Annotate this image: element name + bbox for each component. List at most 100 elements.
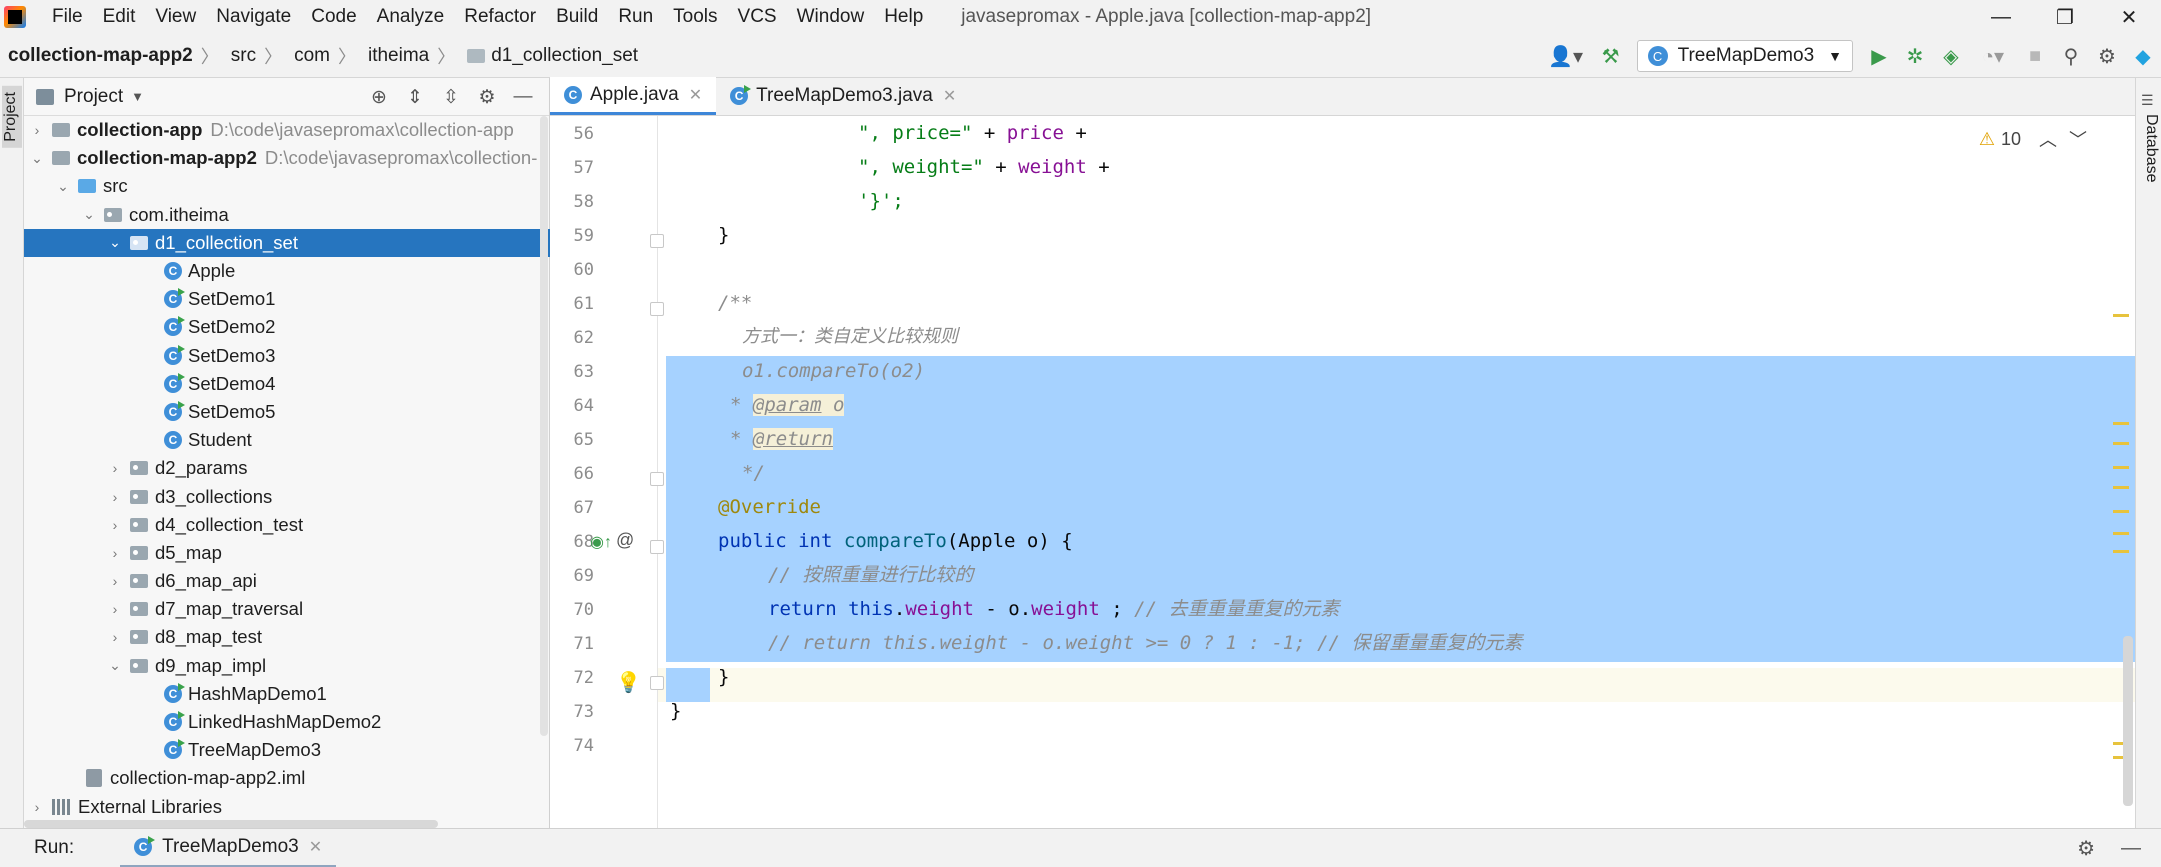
tree-item-d1-collection-set[interactable]: ⌄ d1_collection_set: [24, 228, 550, 257]
horizontal-scrollbar[interactable]: [24, 820, 438, 828]
tree-item-collection-map-app2[interactable]: ⌄ collection-map-app2 D:\code\javasepromax…: [24, 144, 550, 172]
tree-item-d7-map-traversal[interactable]: › d7_map_traversal: [24, 595, 550, 623]
project-view-selector[interactable]: Project: [64, 86, 123, 108]
run-icon[interactable]: ▶: [1861, 34, 1897, 78]
close-tab-icon[interactable]: ✕: [689, 85, 702, 105]
chevron-right-icon[interactable]: ›: [28, 799, 46, 815]
tree-item-setdemo1[interactable]: C SetDemo1: [24, 285, 550, 313]
tree-item-setdemo3[interactable]: C SetDemo3: [24, 342, 550, 370]
chevron-right-icon[interactable]: ›: [106, 517, 124, 533]
inspection-widget[interactable]: ⚠ 10 ︿ ﹀: [1979, 126, 2087, 152]
chevron-down-icon[interactable]: ▼: [131, 89, 144, 104]
tree-item-d9-map-impl[interactable]: ⌄ d9_map_impl: [24, 652, 550, 680]
tree-item-d6-map-api[interactable]: › d6_map_api: [24, 567, 550, 595]
database-tool-window-button[interactable]: Database: [2138, 108, 2160, 189]
tree-item-treemapdemo3[interactable]: C TreeMapDemo3: [24, 736, 550, 764]
tree-item-external-libraries[interactable]: › External Libraries: [24, 793, 550, 821]
warning-marker[interactable]: [2113, 550, 2129, 553]
chevron-right-icon[interactable]: ›: [28, 122, 46, 138]
chevron-down-icon[interactable]: ⌄: [28, 150, 46, 167]
settings-gear-icon[interactable]: ⚙: [2089, 34, 2125, 78]
profile-icon[interactable]: ◔▾: [1969, 34, 2017, 78]
settings-gear-icon[interactable]: ⚙: [469, 86, 505, 109]
tree-item-linkedhashmapdemo2[interactable]: C LinkedHashMapDemo2: [24, 708, 550, 736]
editor-scrollbar[interactable]: [2123, 636, 2133, 806]
tab-apple-java[interactable]: C Apple.java ✕: [550, 77, 717, 115]
collapse-all-icon[interactable]: ⇳: [433, 86, 469, 109]
menu-tools[interactable]: Tools: [663, 0, 727, 34]
tree-item-hashmapdemo1[interactable]: C HashMapDemo1: [24, 680, 550, 708]
close-tab-icon[interactable]: ✕: [943, 86, 956, 106]
warning-marker[interactable]: [2113, 314, 2129, 317]
lightbulb-icon[interactable]: 💡: [616, 670, 641, 695]
tree-item-d8-map-test[interactable]: › d8_map_test: [24, 623, 550, 651]
debug-bug-icon[interactable]: ✲: [1897, 34, 1933, 78]
implements-method-icon[interactable]: ◉↑: [590, 532, 612, 552]
chevron-right-icon[interactable]: ›: [106, 460, 124, 476]
menu-code[interactable]: Code: [301, 0, 366, 34]
tree-item-d3-collections[interactable]: › d3_collections: [24, 482, 550, 510]
run-with-coverage-icon[interactable]: ◈: [1933, 34, 1969, 78]
chevron-down-icon[interactable]: ⌄: [106, 657, 124, 674]
user-account-icon[interactable]: 👤▾: [1539, 34, 1593, 78]
menu-build[interactable]: Build: [546, 0, 608, 34]
tree-item-iml-file[interactable]: collection-map-app2.iml: [24, 764, 550, 792]
chevron-down-icon[interactable]: ﹀: [2069, 126, 2087, 152]
menu-edit[interactable]: Edit: [93, 0, 146, 34]
annotation-at-icon[interactable]: @: [616, 530, 634, 551]
tree-item-setdemo4[interactable]: C SetDemo4: [24, 370, 550, 398]
warning-marker[interactable]: [2113, 486, 2129, 489]
build-hammer-icon[interactable]: ⚒: [1593, 34, 1629, 78]
settings-gear-icon[interactable]: ⚙: [2077, 836, 2095, 861]
code-area[interactable]: 56 57 58 59 60 61 62 63 64 65 66 67 68 6…: [550, 116, 2135, 828]
run-tab-treemapdemo3[interactable]: C TreeMapDemo3 ✕: [120, 829, 337, 867]
close-tab-icon[interactable]: ✕: [309, 837, 322, 857]
menu-navigate[interactable]: Navigate: [206, 0, 301, 34]
breadcrumb-src[interactable]: src: [223, 45, 260, 67]
chevron-down-icon[interactable]: ⌄: [80, 206, 98, 223]
chevron-down-icon[interactable]: ⌄: [106, 234, 124, 251]
tree-item-collection-app[interactable]: › collection-app D:\code\javasepromax\coll…: [24, 116, 550, 144]
restore-icon[interactable]: ❐: [2033, 0, 2097, 34]
locate-target-icon[interactable]: ⊕: [361, 86, 397, 109]
chevron-right-icon[interactable]: ›: [106, 601, 124, 617]
chevron-right-icon[interactable]: ›: [106, 573, 124, 589]
project-tool-window-button[interactable]: Project: [2, 86, 22, 148]
warning-marker[interactable]: [2113, 466, 2129, 469]
breadcrumb-itheima[interactable]: itheima: [360, 45, 433, 67]
expand-all-icon[interactable]: ⇕: [397, 86, 433, 109]
breadcrumb-module[interactable]: collection-map-app2: [0, 45, 197, 67]
stop-icon[interactable]: ■: [2017, 34, 2053, 78]
chevron-right-icon[interactable]: ›: [106, 629, 124, 645]
tree-item-src[interactable]: ⌄ src: [24, 172, 550, 200]
menu-view[interactable]: View: [145, 0, 206, 34]
menu-vcs[interactable]: VCS: [728, 0, 787, 34]
chevron-right-icon[interactable]: ›: [106, 489, 124, 505]
menu-refactor[interactable]: Refactor: [454, 0, 546, 34]
tree-item-d2-params[interactable]: › d2_params: [24, 454, 550, 482]
breadcrumb-com[interactable]: com: [286, 45, 334, 67]
close-window-icon[interactable]: ✕: [2097, 0, 2161, 34]
hide-minus-icon[interactable]: —: [505, 86, 541, 108]
warning-marker[interactable]: [2113, 422, 2129, 425]
chevron-down-icon[interactable]: ⌄: [54, 178, 72, 195]
warning-marker[interactable]: [2113, 510, 2129, 513]
search-icon[interactable]: ⚲: [2053, 34, 2089, 78]
menu-help[interactable]: Help: [874, 0, 933, 34]
tree-item-student[interactable]: C Student: [24, 426, 550, 454]
hide-minus-icon[interactable]: —: [2121, 837, 2141, 860]
tab-treemapdemo3-java[interactable]: C TreeMapDemo3.java ✕: [716, 77, 970, 115]
tree-item-apple[interactable]: C Apple: [24, 257, 550, 285]
chevron-up-icon[interactable]: ︿: [2039, 126, 2057, 152]
menu-analyze[interactable]: Analyze: [367, 0, 455, 34]
warning-marker[interactable]: [2113, 442, 2129, 445]
tree-item-d5-map[interactable]: › d5_map: [24, 539, 550, 567]
tree-item-setdemo5[interactable]: C SetDemo5: [24, 398, 550, 426]
tree-item-setdemo2[interactable]: C SetDemo2: [24, 313, 550, 341]
vertical-scrollbar[interactable]: [540, 116, 548, 736]
menu-file[interactable]: File: [42, 0, 93, 34]
menu-window[interactable]: Window: [787, 0, 875, 34]
run-configuration-select[interactable]: C TreeMapDemo3 ▼: [1636, 40, 1853, 72]
tree-item-com-itheima[interactable]: ⌄ com.itheima: [24, 201, 550, 229]
menu-run[interactable]: Run: [608, 0, 663, 34]
